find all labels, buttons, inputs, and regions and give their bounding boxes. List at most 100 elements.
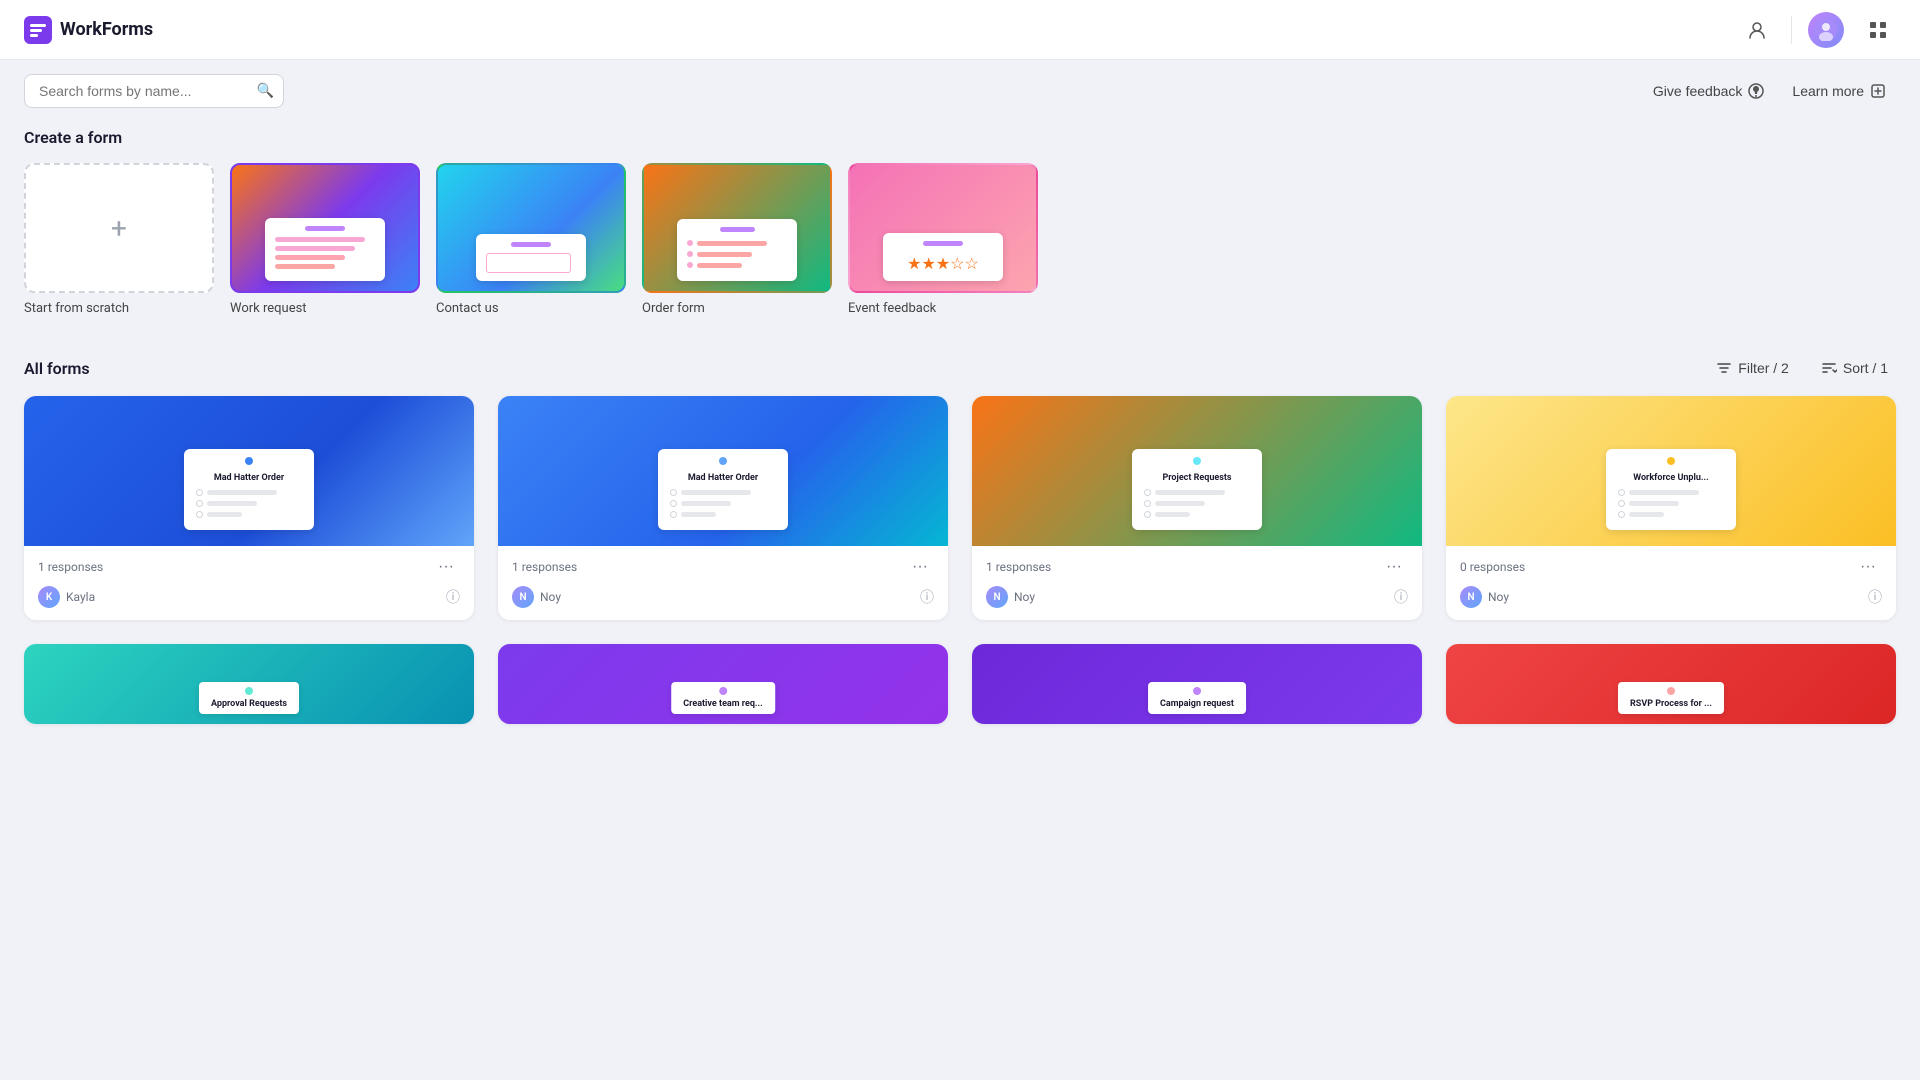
- fcp-radio-5: [670, 500, 677, 507]
- search-wrapper: 🔍: [24, 74, 284, 108]
- fcp-dot-2: [719, 457, 727, 465]
- fcp-bar-10: [1629, 490, 1699, 495]
- fcp-title-1: Mad Hatter Order: [196, 473, 302, 483]
- event-stars: ★★★☆☆: [893, 254, 993, 273]
- fcp-row-9: [1144, 511, 1250, 518]
- top-actions: Give feedback Learn more: [1643, 77, 1896, 105]
- order-card-inner: [642, 163, 832, 293]
- work-request-card-inner: [230, 163, 420, 293]
- order-preview: [677, 219, 797, 281]
- form-card-mad-hatter-2[interactable]: Mad Hatter Order 1 responses ··· N Noy ⓘ: [498, 396, 948, 620]
- form-more-btn-2[interactable]: ···: [906, 556, 934, 578]
- template-event[interactable]: ★★★☆☆ Event feedback: [848, 163, 1038, 316]
- feedback-icon: [1748, 83, 1764, 99]
- search-input[interactable]: [24, 74, 284, 108]
- grid-icon: [1868, 20, 1888, 40]
- info-icon-1[interactable]: ⓘ: [446, 587, 460, 607]
- author-name-4: Noy: [1488, 590, 1509, 604]
- fcp-bar-1: [207, 490, 277, 495]
- fcp-bar-5: [681, 501, 731, 506]
- form-author-left-2: N Noy: [512, 586, 561, 608]
- form-info-3: 1 responses ··· N Noy ⓘ: [972, 546, 1422, 620]
- give-feedback-button[interactable]: Give feedback: [1643, 77, 1775, 105]
- partial-preview-1: Approval Requests: [199, 682, 299, 714]
- fcp-bar-7: [1155, 490, 1225, 495]
- apps-grid-button[interactable]: [1860, 12, 1896, 48]
- form-stats-1: 1 responses ···: [38, 556, 460, 578]
- user-icon-button[interactable]: [1739, 12, 1775, 48]
- scratch-card-inner: +: [24, 163, 214, 293]
- logo-text: WorkForms: [60, 19, 153, 40]
- form-card-workforce[interactable]: Workforce Unplu... 0 responses ··· N Noy: [1446, 396, 1896, 620]
- form-card-creative[interactable]: Creative team req...: [498, 644, 948, 724]
- form-card-rsvp[interactable]: RSVP Process for ...: [1446, 644, 1896, 724]
- preview-line-4: [275, 264, 335, 269]
- form-more-btn-4[interactable]: ···: [1854, 556, 1882, 578]
- info-icon-3[interactable]: ⓘ: [1394, 587, 1408, 607]
- author-avatar-1: K: [38, 586, 60, 608]
- order-dot-1: [687, 240, 693, 246]
- filter-label: Filter / 2: [1738, 360, 1789, 376]
- partial-preview-4: RSVP Process for ...: [1618, 682, 1724, 714]
- fcp-bar-9: [1155, 512, 1190, 517]
- partial-preview-2: Creative team req...: [671, 682, 775, 714]
- filter-button[interactable]: Filter / 2: [1708, 356, 1797, 380]
- fcp-radio-6: [670, 511, 677, 518]
- form-card-project[interactable]: Project Requests 1 responses ··· N Noy ⓘ: [972, 396, 1422, 620]
- form-card-approval[interactable]: Approval Requests: [24, 644, 474, 724]
- info-icon-4[interactable]: ⓘ: [1868, 587, 1882, 607]
- template-scratch[interactable]: + Start from scratch: [24, 163, 214, 316]
- partial-title-2: Creative team req...: [683, 699, 763, 709]
- fcp-row-11: [1618, 500, 1724, 507]
- forms-grid-row2: Approval Requests Creative team req... C…: [24, 644, 1896, 724]
- give-feedback-label: Give feedback: [1653, 83, 1743, 99]
- form-responses-2: 1 responses: [512, 560, 577, 574]
- header-actions: [1739, 12, 1896, 48]
- form-responses-1: 1 responses: [38, 560, 103, 574]
- all-forms-title: All forms: [24, 359, 1708, 378]
- form-card-campaign[interactable]: Campaign request: [972, 644, 1422, 724]
- info-icon-2[interactable]: ⓘ: [920, 587, 934, 607]
- order-dot-3: [687, 262, 693, 268]
- form-card-mad-hatter-1[interactable]: Mad Hatter Order 1 responses ··· K Kayla: [24, 396, 474, 620]
- avatar[interactable]: [1808, 12, 1844, 48]
- template-work-request[interactable]: Create Work request template Work reques…: [230, 163, 420, 316]
- work-request-preview: [265, 218, 385, 281]
- event-label: Event feedback: [848, 301, 1038, 316]
- form-author-3: N Noy ⓘ: [986, 586, 1408, 608]
- template-contact[interactable]: Contact us: [436, 163, 626, 316]
- fcp-row-7: [1144, 489, 1250, 496]
- learn-more-button[interactable]: Learn more: [1782, 77, 1896, 105]
- order-bar-1: [697, 241, 767, 246]
- fcp-row-8: [1144, 500, 1250, 507]
- fcp-radio-11: [1618, 500, 1625, 507]
- form-author-left-4: N Noy: [1460, 586, 1509, 608]
- work-request-label: Work request: [230, 301, 420, 316]
- contact-title-line: [511, 242, 551, 247]
- form-author-left-1: K Kayla: [38, 586, 95, 608]
- fcp-bar-6: [681, 512, 716, 517]
- author-name-2: Noy: [540, 590, 561, 604]
- sort-button[interactable]: Sort / 1: [1813, 356, 1896, 380]
- fcp-radio-4: [670, 489, 677, 496]
- partial-title-4: RSVP Process for ...: [1630, 699, 1712, 709]
- form-more-btn-3[interactable]: ···: [1380, 556, 1408, 578]
- order-bar-2: [697, 252, 752, 257]
- author-avatar-2: N: [512, 586, 534, 608]
- template-order[interactable]: Order form: [642, 163, 832, 316]
- contact-card-inner: [436, 163, 626, 293]
- preview-line-3: [275, 255, 345, 260]
- form-more-btn-1[interactable]: ···: [432, 556, 460, 578]
- fcp-row-5: [670, 500, 776, 507]
- header: WorkForms: [0, 0, 1920, 60]
- preview-line-title: [305, 226, 345, 231]
- logo[interactable]: WorkForms: [24, 16, 153, 44]
- secondary-bar: 🔍 Give feedback Learn more: [0, 60, 1920, 108]
- logo-icon: [24, 16, 52, 44]
- partial-title-1: Approval Requests: [211, 699, 287, 709]
- form-author-4: N Noy ⓘ: [1460, 586, 1882, 608]
- fcp-row-2: [196, 500, 302, 507]
- partial-preview-3: Campaign request: [1148, 682, 1246, 714]
- event-title-line: [923, 241, 963, 246]
- form-responses-4: 0 responses: [1460, 560, 1525, 574]
